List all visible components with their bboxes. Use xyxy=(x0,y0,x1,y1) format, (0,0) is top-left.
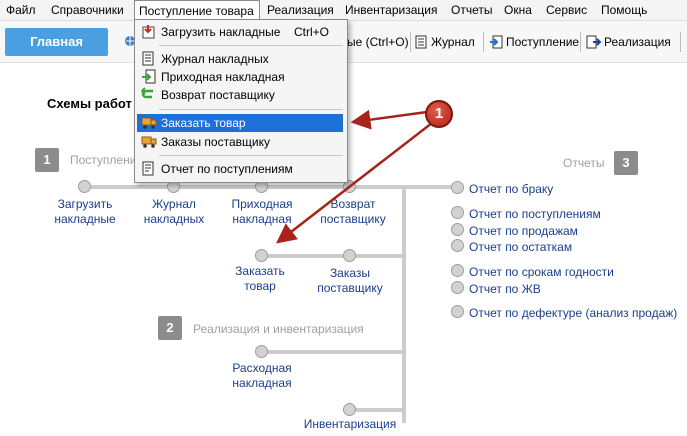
callout-arrows xyxy=(276,109,433,244)
callout-arrow-to-node xyxy=(276,122,433,244)
callout-arrow-to-menu xyxy=(350,109,428,130)
callout-badge: 1 xyxy=(425,100,453,128)
